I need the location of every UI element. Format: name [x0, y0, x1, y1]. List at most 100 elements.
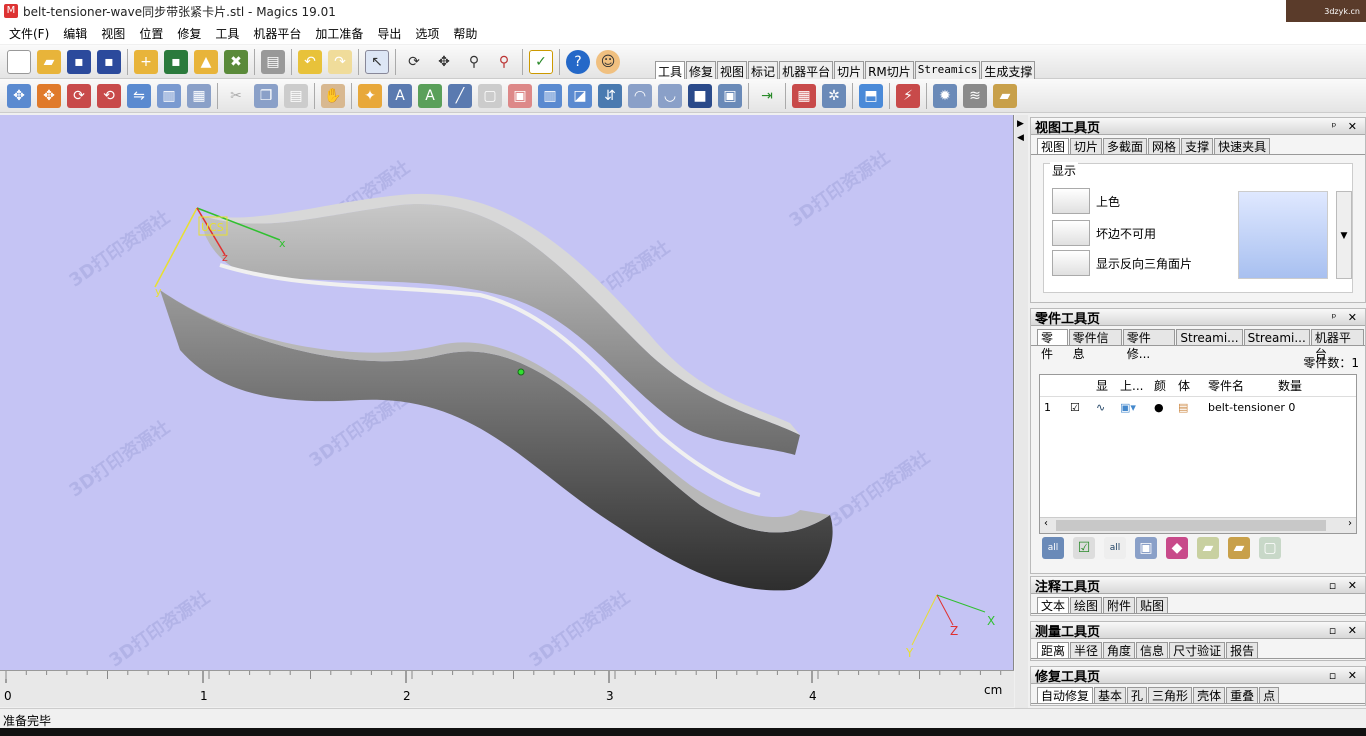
tab-streamics-2[interactable]: Streami...	[1243, 329, 1310, 345]
zoom-fit-icon[interactable]: ⚲	[492, 50, 516, 74]
tab-fix[interactable]: 修复	[686, 61, 717, 81]
import-icon[interactable]: ▲	[194, 49, 218, 74]
part-list-scrollbar[interactable]: ‹ ›	[1040, 517, 1356, 533]
select-all-icon[interactable]: all	[1042, 537, 1064, 559]
print-icon[interactable]: ▤	[261, 49, 285, 74]
explode-icon[interactable]: ✲	[822, 83, 846, 108]
wizard-icon[interactable]: ☺	[596, 49, 620, 74]
move-icon[interactable]: ✥	[37, 83, 61, 108]
shell-icon[interactable]: ✦	[358, 83, 382, 108]
new-file-icon[interactable]	[7, 49, 31, 74]
menu-options[interactable]: 选项	[408, 25, 446, 42]
tab-dimension[interactable]: 尺寸验证	[1169, 642, 1226, 658]
menu-tools[interactable]: 工具	[208, 25, 246, 42]
tab-fixture[interactable]: 快速夹具	[1214, 138, 1271, 154]
pan-icon[interactable]: ✥	[432, 50, 456, 74]
tab-view[interactable]: 视图	[717, 61, 748, 81]
bolt-icon[interactable]: ⚡	[896, 83, 920, 108]
tab-mark[interactable]: 标记	[748, 61, 779, 81]
save-icon[interactable]: ▪	[67, 49, 91, 74]
tab-part-info[interactable]: 零件信息	[1068, 329, 1122, 361]
tab-shell[interactable]: 壳体	[1193, 687, 1226, 703]
col-visible[interactable]: 显	[1096, 377, 1120, 394]
tab-report[interactable]: 报告	[1226, 642, 1259, 658]
paste-icon[interactable]: ▤	[284, 83, 308, 108]
col-volume[interactable]: 体	[1178, 377, 1208, 394]
tab-rm-slice[interactable]: RM切片	[865, 61, 914, 81]
menu-view[interactable]: 视图	[94, 25, 132, 42]
help-icon[interactable]: ?	[566, 49, 590, 74]
tab-radius[interactable]: 半径	[1070, 642, 1103, 658]
wire-all-icon[interactable]: all	[1104, 537, 1126, 559]
menu-position[interactable]: 位置	[132, 25, 170, 42]
text-icon[interactable]: A	[418, 83, 442, 108]
inverted-triangles-icon[interactable]	[1052, 250, 1090, 276]
col-quantity[interactable]: 数量	[1278, 377, 1338, 394]
frame-icon[interactable]: ▣	[718, 83, 742, 108]
tab-view[interactable]: 视图	[1037, 138, 1070, 154]
tab-text[interactable]: 文本	[1037, 597, 1070, 613]
part-model[interactable]: UCS x y z X Y Z	[0, 115, 1014, 670]
tab-draw[interactable]: 绘图	[1070, 597, 1103, 613]
box-icon[interactable]: ▢	[478, 83, 502, 108]
open-folder-icon[interactable]: ▰	[37, 49, 61, 74]
menu-machine[interactable]: 机器平台	[246, 25, 308, 42]
panel-splitter[interactable]: ▶ ◀	[1015, 115, 1028, 708]
box-part-icon[interactable]: ▢	[1259, 537, 1281, 559]
transform-icon[interactable]: ⬒	[859, 83, 883, 108]
merge-icon[interactable]: ▦	[792, 83, 816, 108]
panel-pin-close-icon[interactable]: ᵖ ✕	[1332, 311, 1365, 324]
label-icon[interactable]: A	[388, 83, 412, 108]
tab-point[interactable]: 点	[1259, 687, 1280, 703]
menu-export[interactable]: 导出	[370, 25, 408, 42]
tab-support[interactable]: 支撑	[1181, 138, 1214, 154]
panel-restore-close-icon[interactable]: ▫ ✕	[1329, 579, 1365, 592]
tab-multi-section[interactable]: 多截面	[1103, 138, 1148, 154]
panel-pin-close-icon[interactable]: ᵖ ✕	[1332, 120, 1365, 133]
tab-machine[interactable]: 机器平台	[779, 61, 834, 81]
tab-slice[interactable]: 切片	[834, 61, 865, 81]
gear-icon[interactable]: ✹	[933, 83, 957, 108]
slice-icon[interactable]: ◪	[568, 83, 592, 108]
scroll-thumb[interactable]	[1056, 520, 1326, 531]
3d-viewport[interactable]: 3D打印资源社 3D打印资源社 3D打印资源社 3D打印资源社 3D打印资源社 …	[0, 115, 1014, 707]
package-icon[interactable]: ▰	[993, 83, 1017, 108]
arrange-icon[interactable]: ▦	[187, 83, 211, 108]
tab-part[interactable]: 零件	[1037, 329, 1068, 361]
map-icon[interactable]: ▰	[1197, 537, 1219, 559]
menu-edit[interactable]: 编辑	[56, 25, 94, 42]
tab-machine[interactable]: 机器平台	[1310, 329, 1364, 361]
split-icon[interactable]: ⇵	[598, 83, 622, 108]
tab-streamics-1[interactable]: Streami...	[1176, 329, 1243, 345]
shaded-icon[interactable]	[1052, 188, 1090, 214]
duplicate-icon[interactable]: ▥	[157, 83, 181, 108]
tab-tools[interactable]: 工具	[655, 61, 686, 81]
offset-icon[interactable]: ◡	[658, 83, 682, 108]
color-dot-icon[interactable]: ●	[1154, 401, 1178, 414]
scroll-left-icon[interactable]: ‹	[1044, 518, 1048, 529]
rotate-free-icon[interactable]: ⟲	[97, 83, 121, 108]
copy-icon[interactable]: ❐	[254, 83, 278, 108]
rotate-part-icon[interactable]: ⟳	[67, 83, 91, 108]
unload-icon[interactable]: ✖	[224, 49, 248, 74]
tab-info[interactable]: 信息	[1136, 642, 1169, 658]
tab-support[interactable]: 生成支撑	[981, 61, 1036, 81]
panel-restore-close-icon[interactable]: ▫ ✕	[1329, 669, 1365, 682]
col-part-name[interactable]: 零件名	[1208, 377, 1278, 394]
save-as-icon[interactable]: ▪	[97, 49, 121, 74]
measure-icon[interactable]: ╱	[448, 83, 472, 108]
panel-restore-close-icon[interactable]: ▫ ✕	[1329, 624, 1365, 637]
wireframe-icon[interactable]: ∿	[1096, 401, 1120, 414]
tab-basic[interactable]: 基本	[1094, 687, 1127, 703]
color-part-icon[interactable]: ◆	[1166, 537, 1188, 559]
align-icon[interactable]: ⇥	[755, 84, 779, 108]
section-icon[interactable]: ▥	[538, 83, 562, 108]
collapse-arrow-icon[interactable]: ◀	[1017, 133, 1024, 143]
translate-icon[interactable]: ✥	[7, 83, 31, 108]
checklist-icon[interactable]: ✓	[529, 49, 553, 74]
tab-distance[interactable]: 距离	[1037, 642, 1070, 658]
tab-hole[interactable]: 孔	[1127, 687, 1148, 703]
zoom-icon[interactable]: ⚲	[462, 50, 486, 74]
shaded-option[interactable]: 上色	[1052, 188, 1120, 214]
rotate-icon[interactable]: ⟳	[402, 50, 426, 74]
